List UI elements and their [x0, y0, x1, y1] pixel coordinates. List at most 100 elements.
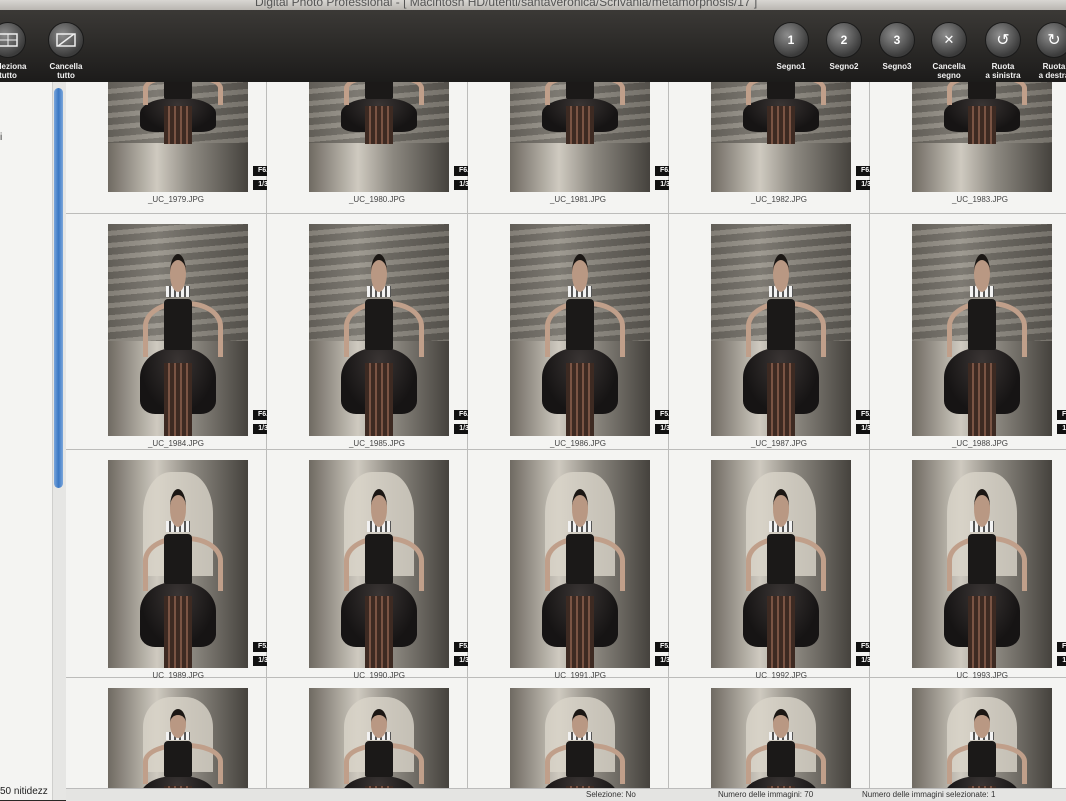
rotate-right-icon: ↻: [1036, 22, 1066, 58]
thumbnail-image[interactable]: [711, 688, 851, 788]
scrollbar-thumb[interactable]: [54, 88, 63, 488]
photo-figure: [538, 82, 626, 144]
mark2-glyph: 2: [840, 33, 848, 47]
thumbnail-cell[interactable]: F5.0 1/30 _UC_1992.JPG: [669, 450, 880, 680]
figure-body: [163, 82, 193, 100]
thumbnail-image[interactable]: [912, 688, 1052, 788]
thumbnail-cell[interactable]: F5.01/30_UC_1993.JPG: [870, 450, 1066, 680]
figure-body: [766, 299, 796, 351]
thumbnail-cell[interactable]: F6.3 1/30 _UC_1980.JPG: [267, 82, 478, 214]
thumbnail-cell[interactable]: F6.3 1/30 _UC_1982.JPG: [669, 82, 880, 214]
clear-mark-button[interactable]: ✕ Cancella segno: [921, 22, 977, 80]
thumbnail-image[interactable]: [711, 82, 851, 192]
thumbnail-image[interactable]: [912, 224, 1052, 436]
thumbnail-image[interactable]: [108, 82, 248, 192]
thumbnail-image[interactable]: [309, 688, 449, 788]
photo-figure: [940, 253, 1028, 436]
toolbar: Seleziona tutto Cancella tutto 1 Segno1 …: [0, 10, 1066, 82]
thumbnail-cell[interactable]: [468, 678, 669, 788]
thumbnail-cell[interactable]: F5.0 1/30 _UC_1989.JPG: [66, 450, 277, 680]
thumbnail-cell[interactable]: _UC_1983.JPG: [870, 82, 1066, 214]
thumbnail-image[interactable]: [309, 224, 449, 436]
mark3-button[interactable]: 3 Segno3: [869, 22, 925, 71]
figure-legs: [364, 596, 394, 668]
figure-legs: [364, 363, 394, 436]
photo-figure: [136, 489, 224, 668]
thumbnail-filename: _UC_1981.JPG: [549, 195, 607, 204]
figure-legs: [967, 105, 997, 144]
thumbnail-cell[interactable]: F5.0 1/30 _UC_1987.JPG: [669, 214, 880, 450]
mark3-icon: 3: [879, 22, 915, 58]
rotate-right-button[interactable]: ↻ Ruota a destra: [1026, 22, 1066, 80]
thumbnail-cell[interactable]: F6.3 1/30 _UC_1985.JPG: [267, 214, 478, 450]
thumbnail-filename: _UC_1979.JPG: [147, 195, 205, 204]
thumbnail-cell[interactable]: F6.3 1/30 _UC_1979.JPG: [66, 82, 277, 214]
mark2-icon: 2: [826, 22, 862, 58]
thumbnail-image[interactable]: [711, 224, 851, 436]
thumbnail-image[interactable]: [510, 688, 650, 788]
thumbnail-image[interactable]: [510, 460, 650, 668]
thumbnail-image[interactable]: [309, 82, 449, 192]
thumbnail-image[interactable]: [912, 82, 1052, 192]
thumbnail-image[interactable]: [108, 224, 248, 436]
thumbnail-cell[interactable]: F6.3 1/30 _UC_1984.JPG: [66, 214, 277, 450]
photo-figure: [136, 709, 224, 788]
mark1-button[interactable]: 1 Segno1: [763, 22, 819, 71]
thumbnail-image[interactable]: [510, 82, 650, 192]
mark2-button[interactable]: 2 Segno2: [816, 22, 872, 71]
photo-figure: [739, 253, 827, 436]
left-panel: i: [0, 82, 52, 800]
thumbnail-filename: _UC_1987.JPG: [750, 439, 808, 448]
thumbnail-image[interactable]: [108, 460, 248, 668]
thumbnail-cell[interactable]: F5.0 1/30 _UC_1990.JPG: [267, 450, 478, 680]
figure-legs: [163, 363, 193, 436]
photo-figure: [739, 709, 827, 788]
rotate-right-label: Ruota a destra: [1038, 62, 1066, 80]
thumbnail-cell[interactable]: [267, 678, 468, 788]
photo-figure: [739, 489, 827, 668]
thumbnail-image[interactable]: [108, 688, 248, 788]
select-all-icon: [0, 22, 26, 58]
window-title-bar: Digital Photo Professional - [ Macintosh…: [0, 0, 1066, 10]
thumbnail-cell[interactable]: [870, 678, 1066, 788]
rotate-left-label: Ruota a sinistra: [985, 62, 1021, 80]
thumbnail-grid: F6.3 1/30 _UC_1979.JPG F6.3 1/30 _UC_1980.JPG…: [66, 82, 1066, 788]
shutter-badge: 1/30: [1057, 656, 1066, 666]
select-all-button[interactable]: Seleziona tutto: [0, 22, 36, 80]
figure-legs: [565, 363, 595, 436]
thumbnail-image[interactable]: [510, 224, 650, 436]
rotate-left-icon: ↺: [985, 22, 1021, 58]
figure-legs: [766, 105, 796, 144]
clear-mark-glyph: ✕: [943, 32, 955, 47]
status-total: Numero delle immagini: 70: [718, 790, 814, 799]
thumbnail-cell[interactable]: F5.0 1/30 _UC_1986.JPG: [468, 214, 679, 450]
photo-figure: [337, 82, 425, 144]
thumbnail-image[interactable]: [912, 460, 1052, 668]
figure-legs: [565, 596, 595, 668]
figure-legs: [967, 363, 997, 436]
thumbnail-image[interactable]: [711, 460, 851, 668]
figure-legs: [163, 596, 193, 668]
thumbnail-cell[interactable]: F6.3 1/30 _UC_1981.JPG: [468, 82, 679, 214]
thumbnail-image[interactable]: [309, 460, 449, 668]
figure-legs: [967, 596, 997, 668]
photo-figure: [538, 709, 626, 788]
figure-body: [163, 533, 193, 584]
figure-legs: [565, 105, 595, 144]
thumbnail-cell[interactable]: F5.0 1/30 _UC_1991.JPG: [468, 450, 679, 680]
vertical-scrollbar[interactable]: [52, 82, 66, 800]
photo-figure: [538, 253, 626, 436]
thumbnail-cell[interactable]: [669, 678, 870, 788]
figure-body: [967, 82, 997, 100]
photo-figure: [136, 253, 224, 436]
thumbnail-filename: _UC_1986.JPG: [549, 439, 607, 448]
rotate-left-button[interactable]: ↺ Ruota a sinistra: [975, 22, 1031, 80]
aperture-badge: F5.0: [1057, 642, 1066, 652]
left-panel-text: i: [0, 132, 3, 143]
mark3-label: Segno3: [882, 62, 912, 71]
thumbnail-cell[interactable]: [66, 678, 267, 788]
photo-figure: [337, 489, 425, 668]
clear-all-button[interactable]: Cancella tutto: [38, 22, 94, 80]
figure-body: [967, 533, 997, 584]
thumbnail-cell[interactable]: F5.0 1/30 _UC_1988.JPG: [870, 214, 1066, 450]
